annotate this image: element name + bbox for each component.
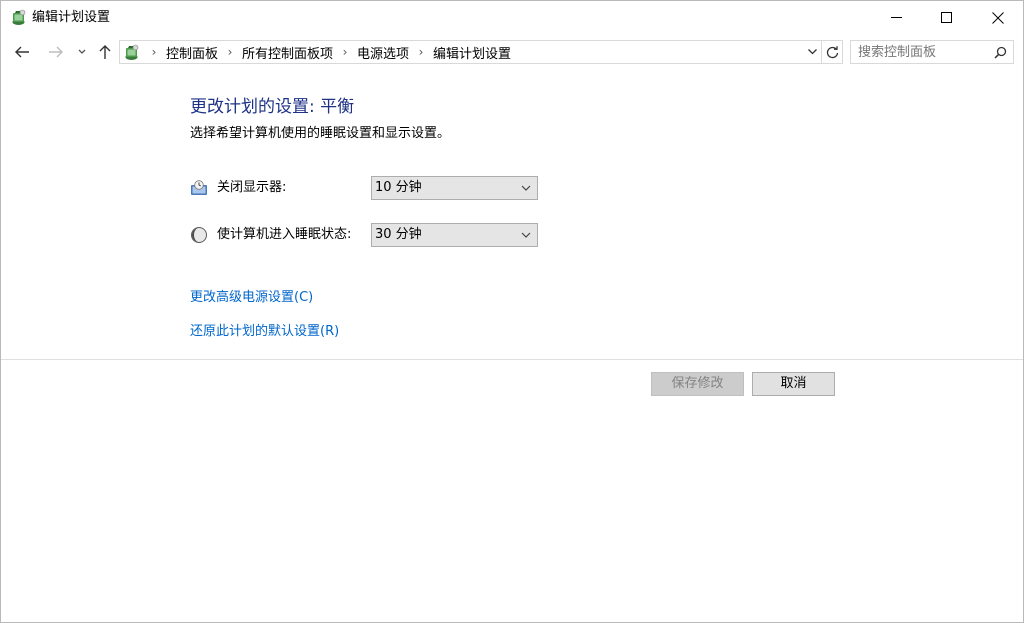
save-changes-button[interactable]: 保存修改 [651, 372, 744, 396]
maximize-button[interactable] [923, 1, 969, 34]
display-off-label: 关闭显示器: [217, 180, 287, 195]
forward-button[interactable] [45, 41, 67, 63]
chevron-right-icon[interactable]: › [411, 45, 431, 59]
chevron-right-icon[interactable]: › [335, 45, 355, 59]
page-description: 选择希望计算机使用的睡眠设置和显示设置。 [190, 126, 451, 141]
close-icon [992, 11, 1004, 24]
cancel-button[interactable]: 取消 [752, 372, 835, 396]
arrow-right-icon [49, 46, 63, 58]
control-panel-window: 编辑计划设置 › 控制面板 › 所有控制面板项 › 电源选项 › 编辑计划设置 … [0, 0, 1024, 623]
chevron-down-icon [521, 185, 531, 191]
sleep-value: 30 分钟 [375, 227, 422, 242]
search-input[interactable] [851, 41, 989, 63]
divider [1, 359, 1023, 360]
back-button[interactable] [11, 41, 33, 63]
restore-defaults-link[interactable]: 还原此计划的默认设置(R) [190, 323, 339, 341]
breadcrumb-edit-plan[interactable]: 编辑计划设置 [431, 43, 513, 62]
up-button[interactable] [94, 41, 116, 63]
display-off-dropdown[interactable]: 10 分钟 [371, 176, 538, 200]
minimize-icon [890, 17, 902, 18]
sleep-label: 使计算机进入睡眠状态: [217, 227, 352, 242]
arrow-up-icon [99, 45, 111, 59]
control-panel-icon [125, 44, 139, 60]
chevron-right-icon[interactable]: › [220, 45, 240, 59]
breadcrumb-all-items[interactable]: 所有控制面板项 [240, 43, 335, 62]
display-off-setting: 关闭显示器: 10 分钟 [190, 176, 550, 200]
page-title: 更改计划的设置: 平衡 [190, 97, 355, 117]
recent-locations-button[interactable] [71, 41, 93, 63]
minimize-button[interactable] [873, 1, 919, 34]
address-history-button[interactable] [803, 41, 821, 63]
search-icon[interactable] [991, 43, 1009, 61]
sleep-setting: 使计算机进入睡眠状态: 30 分钟 [190, 223, 550, 247]
search-box[interactable] [850, 40, 1014, 64]
power-options-icon [12, 9, 26, 25]
advanced-power-settings-link[interactable]: 更改高级电源设置(C) [190, 289, 313, 307]
breadcrumb: › 控制面板 › 所有控制面板项 › 电源选项 › 编辑计划设置 [144, 41, 513, 63]
breadcrumb-power-options[interactable]: 电源选项 [355, 43, 411, 62]
maximize-icon [940, 12, 952, 23]
refresh-button[interactable] [821, 41, 842, 63]
navigation-bar: › 控制面板 › 所有控制面板项 › 电源选项 › 编辑计划设置 [1, 37, 1023, 67]
display-off-value: 10 分钟 [375, 180, 422, 195]
close-button[interactable] [975, 1, 1021, 34]
window-title: 编辑计划设置 [32, 10, 111, 25]
chevron-right-icon[interactable]: › [144, 45, 164, 59]
sleep-dropdown[interactable]: 30 分钟 [371, 223, 538, 247]
chevron-down-icon [521, 232, 531, 238]
arrow-left-icon [15, 46, 29, 58]
breadcrumb-control-panel[interactable]: 控制面板 [164, 43, 220, 62]
address-bar[interactable]: › 控制面板 › 所有控制面板项 › 电源选项 › 编辑计划设置 [119, 40, 843, 64]
chevron-down-icon [807, 49, 817, 55]
chevron-down-icon [78, 49, 86, 54]
sleep-moon-icon [191, 227, 207, 243]
refresh-icon [826, 45, 838, 58]
monitor-icon [191, 180, 207, 195]
title-bar: 编辑计划设置 [1, 1, 1023, 34]
